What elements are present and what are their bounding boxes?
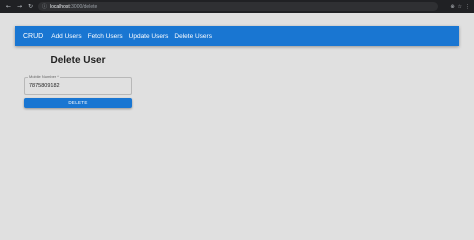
delete-button[interactable]: DELETE bbox=[24, 98, 132, 108]
back-icon[interactable]: ← bbox=[4, 2, 13, 11]
reload-icon[interactable]: ↻ bbox=[26, 2, 35, 11]
mobile-number-field[interactable]: Mobile Number * 7875809182 bbox=[24, 74, 132, 95]
browser-actions: ⊕ ☆ ⋮ bbox=[450, 4, 470, 10]
mobile-number-label: Mobile Number * bbox=[28, 74, 60, 79]
brand-link[interactable]: CRUD bbox=[23, 33, 43, 40]
menu-icon[interactable]: ⋮ bbox=[465, 4, 470, 10]
site-info-icon[interactable]: ⓘ bbox=[42, 3, 47, 10]
page-title: Delete User bbox=[50, 55, 106, 66]
address-bar[interactable]: ⓘ localhost :3000/delete bbox=[38, 2, 438, 11]
nav-update-users[interactable]: Update Users bbox=[129, 33, 169, 40]
nav-add-users[interactable]: Add Users bbox=[51, 33, 81, 40]
bookmark-star-icon[interactable]: ☆ bbox=[458, 4, 462, 10]
mobile-number-value[interactable]: 7875809182 bbox=[29, 83, 60, 89]
forward-icon[interactable]: → bbox=[15, 2, 24, 11]
app-bar: CRUD Add Users Fetch Users Update Users … bbox=[15, 26, 459, 46]
url-host: localhost bbox=[50, 3, 70, 10]
browser-toolbar: ← → ↻ ⓘ localhost :3000/delete ⊕ ☆ ⋮ bbox=[0, 0, 474, 13]
url-path: :3000/delete bbox=[69, 3, 98, 10]
zoom-icon[interactable]: ⊕ bbox=[450, 4, 454, 10]
nav-fetch-users[interactable]: Fetch Users bbox=[88, 33, 123, 40]
nav-delete-users[interactable]: Delete Users bbox=[174, 33, 212, 40]
